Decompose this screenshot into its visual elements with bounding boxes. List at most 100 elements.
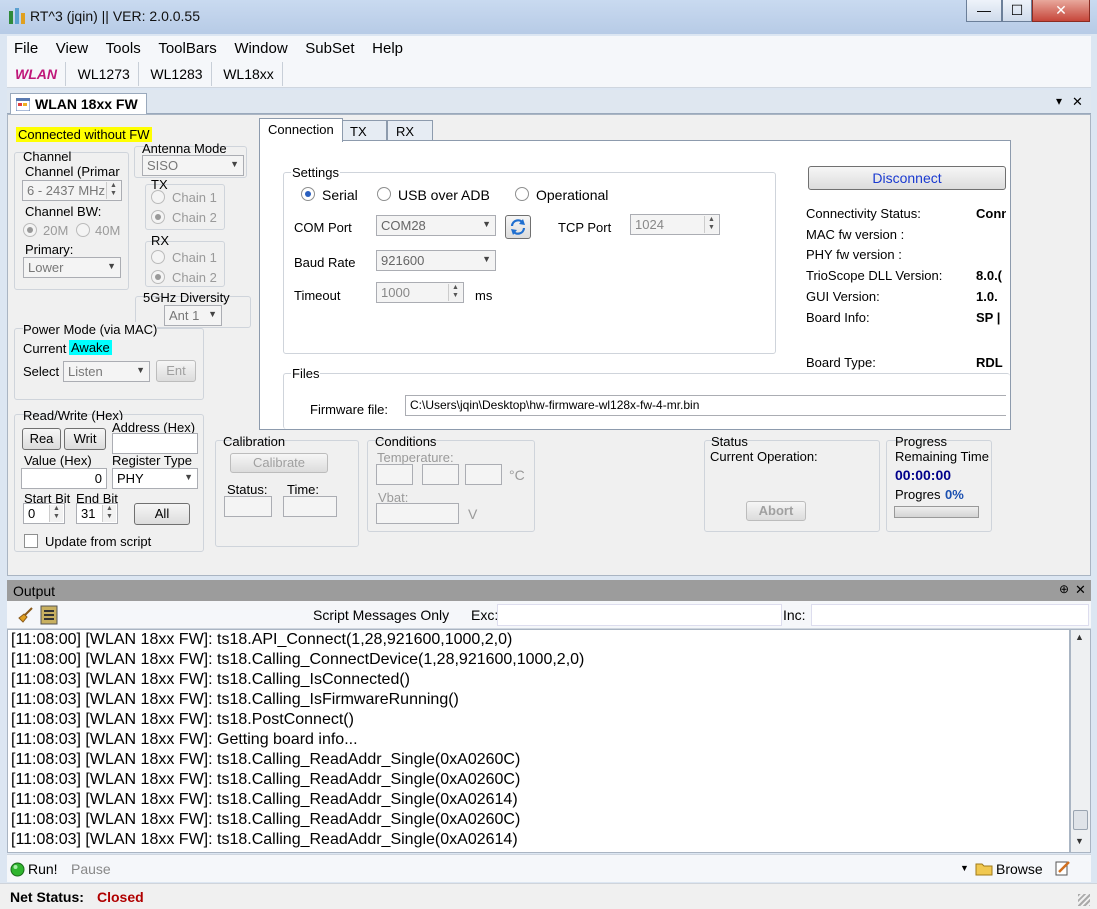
- channel-spinner[interactable]: 6 - 2437 MHz ▲ ▼: [22, 180, 122, 201]
- menu-subset[interactable]: SubSet: [298, 36, 361, 61]
- rx-chain1-radio[interactable]: [151, 250, 165, 264]
- output-title: Output: [13, 583, 56, 599]
- value-input[interactable]: 0: [21, 468, 107, 489]
- tab-tx[interactable]: TX: [341, 120, 387, 142]
- doc-close-icon[interactable]: ✕: [1072, 94, 1083, 110]
- resize-grip-icon[interactable]: [1078, 894, 1090, 906]
- usb-adb-radio[interactable]: [377, 187, 391, 201]
- serial-radio[interactable]: [301, 187, 315, 201]
- exc-input[interactable]: [497, 604, 782, 626]
- minimize-button[interactable]: —: [966, 0, 1002, 22]
- spinner-arrows-icon: ▲ ▼: [448, 284, 462, 301]
- power-current-value: Awake: [69, 340, 112, 355]
- log-line: [11:08:00] [WLAN 18xx FW]: ts18.Calling_…: [11, 651, 585, 668]
- tx-chain1-radio[interactable]: [151, 190, 165, 204]
- update-from-script-checkbox[interactable]: [24, 534, 38, 548]
- scroll-thumb[interactable]: [1073, 810, 1088, 830]
- baud-rate-select[interactable]: 921600: [376, 250, 496, 271]
- scroll-down-icon[interactable]: ▼: [1075, 836, 1084, 846]
- diversity-label: 5GHz Diversity: [143, 290, 230, 305]
- log-line: [11:08:03] [WLAN 18xx FW]: ts18.Calling_…: [11, 791, 518, 808]
- diversity-select[interactable]: Ant 1: [164, 305, 222, 326]
- timeout-unit: ms: [475, 288, 493, 303]
- calibration-status-label: Status:: [227, 482, 268, 497]
- menu-window[interactable]: Window: [227, 36, 294, 61]
- pin-icon[interactable]: ⊕: [1059, 582, 1069, 596]
- menu-tools[interactable]: Tools: [99, 36, 148, 61]
- menu-view[interactable]: View: [49, 36, 95, 61]
- menu-file[interactable]: File: [7, 36, 45, 61]
- scroll-up-icon[interactable]: ▲: [1075, 632, 1084, 642]
- value-label: Value (Hex): [24, 453, 92, 468]
- edit-icon[interactable]: [1055, 860, 1071, 876]
- calibrate-button[interactable]: Calibrate: [230, 453, 328, 473]
- disconnect-button[interactable]: Disconnect: [808, 166, 1006, 190]
- address-input[interactable]: [112, 433, 198, 454]
- com-port-label: COM Port: [294, 220, 352, 235]
- end-bit-spinner[interactable]: 31 ▲ ▼: [76, 503, 118, 524]
- browse-button[interactable]: Browse: [996, 861, 1043, 877]
- log-line: [11:08:03] [WLAN 18xx FW]: ts18.Calling_…: [11, 691, 459, 708]
- doc-dropdown-icon[interactable]: ▾: [1056, 94, 1062, 108]
- log-line: [11:08:03] [WLAN 18xx FW]: ts18.Calling_…: [11, 671, 410, 688]
- inc-label: Inc:: [783, 607, 806, 623]
- output-close-icon[interactable]: ✕: [1075, 582, 1086, 598]
- menu-bar: File View Tools ToolBars Window SubSet H…: [7, 36, 1091, 62]
- output-scrollbar[interactable]: ▲ ▼: [1070, 629, 1091, 853]
- firmware-file-input[interactable]: C:\Users\jqin\Desktop\hw-firmware-wl128x…: [405, 395, 1006, 416]
- tab-rx[interactable]: RX: [387, 120, 433, 142]
- bw-20m-radio[interactable]: [23, 223, 37, 237]
- tx-chain2-radio[interactable]: [151, 210, 165, 224]
- subset-wlan[interactable]: WLAN: [7, 62, 66, 86]
- log-line: [11:08:03] [WLAN 18xx FW]: Getting board…: [11, 731, 358, 748]
- read-button[interactable]: Rea: [22, 428, 61, 450]
- info-dll-value: 8.0.(: [976, 268, 1003, 283]
- run-button[interactable]: Run!: [28, 861, 58, 877]
- menu-help[interactable]: Help: [365, 36, 410, 61]
- doc-tab-label: WLAN 18xx FW: [35, 96, 138, 112]
- operational-radio[interactable]: [515, 187, 529, 201]
- connection-state-badge: Connected without FW: [16, 127, 152, 142]
- channel-value: 6 - 2437 MHz: [27, 183, 106, 198]
- register-type-select[interactable]: PHY: [112, 468, 198, 489]
- channel-bw-label: Channel BW:: [25, 204, 102, 219]
- subset-wl1273[interactable]: WL1273: [70, 62, 139, 86]
- run-icon: [10, 862, 25, 877]
- write-button[interactable]: Writ: [64, 428, 106, 450]
- script-icon[interactable]: [40, 605, 58, 625]
- power-select-label: Select: [23, 364, 60, 379]
- script-messages-only-toggle[interactable]: Script Messages Only: [313, 607, 449, 623]
- browse-dropdown-icon[interactable]: ▼: [960, 863, 969, 873]
- pause-button[interactable]: Pause: [71, 861, 111, 877]
- tab-connection[interactable]: Connection: [259, 118, 343, 142]
- refresh-ports-button[interactable]: [505, 215, 531, 239]
- progress-percent: 0%: [945, 487, 964, 502]
- com-port-select[interactable]: COM28: [376, 215, 496, 236]
- antenna-mode-select[interactable]: SISO: [142, 155, 244, 176]
- all-button[interactable]: All: [134, 503, 190, 525]
- close-window-button[interactable]: ✕: [1032, 0, 1090, 22]
- start-bit-spinner[interactable]: 0 ▲ ▼: [23, 503, 65, 524]
- timeout-spinner[interactable]: 1000 ▲ ▼: [376, 282, 464, 303]
- log-lines: [11:08:00] [WLAN 18xx FW]: ts18.API_Conn…: [8, 630, 1069, 850]
- output-log[interactable]: [11:08:00] [WLAN 18xx FW]: ts18.API_Conn…: [7, 629, 1070, 853]
- inc-input[interactable]: [811, 604, 1089, 626]
- rx-chain2-radio[interactable]: [151, 270, 165, 284]
- power-enter-button[interactable]: Ent: [156, 360, 196, 382]
- primary-select[interactable]: Lower: [23, 257, 121, 278]
- subset-wl18xx[interactable]: WL18xx: [215, 62, 283, 86]
- abort-button[interactable]: Abort: [746, 501, 806, 521]
- maximize-button[interactable]: ☐: [1002, 0, 1032, 22]
- menu-toolbars[interactable]: ToolBars: [151, 36, 223, 61]
- bw-40m-radio[interactable]: [76, 223, 90, 237]
- broom-icon[interactable]: [17, 606, 35, 624]
- power-select[interactable]: Listen: [63, 361, 150, 382]
- subset-toolbar: WLAN WL1273 WL1283 WL18xx: [7, 62, 1091, 88]
- temperature-unit: °C: [509, 467, 525, 483]
- app-logo-icon: [9, 8, 25, 24]
- window-icon: [16, 98, 30, 111]
- window-title: RT^3 (jqin) || VER: 2.0.0.55: [30, 8, 200, 24]
- tcp-port-spinner[interactable]: 1024 ▲ ▼: [630, 214, 720, 235]
- subset-wl1283[interactable]: WL1283: [142, 62, 212, 86]
- doc-tab-wlan18xx[interactable]: WLAN 18xx FW: [10, 93, 147, 115]
